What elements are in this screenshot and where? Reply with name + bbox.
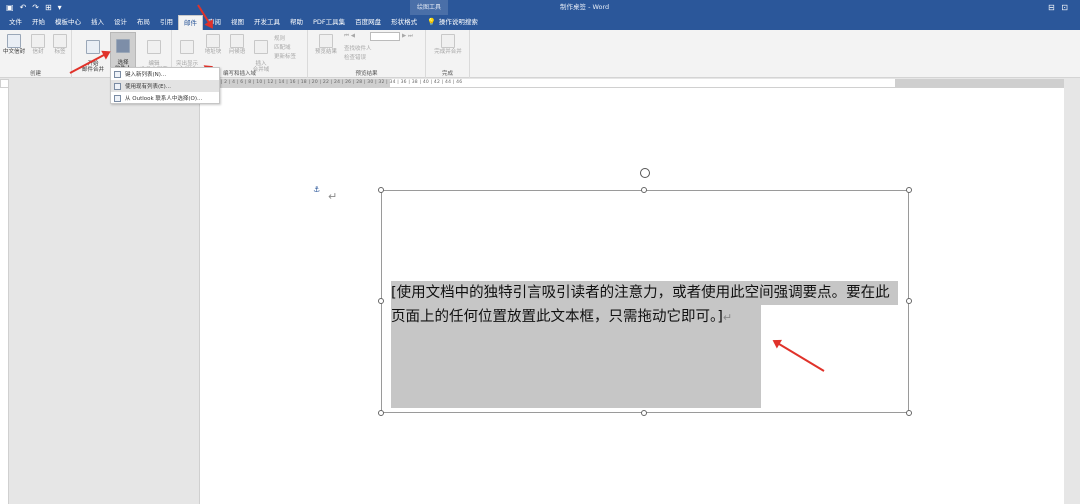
tab-shape-format[interactable]: 形状格式: [386, 15, 422, 30]
menu-item-use-existing-list[interactable]: 使用现有列表(E)...: [111, 80, 219, 92]
tab-templates[interactable]: 模板中心: [50, 15, 86, 30]
address-block-label: 地址块: [204, 49, 222, 55]
new-list-icon: [114, 70, 121, 78]
preview-results-button[interactable]: 预览结果: [312, 34, 340, 55]
outlook-contacts-icon: [114, 94, 121, 102]
address-block-button[interactable]: 地址块: [202, 34, 224, 55]
preview-icon: [319, 34, 333, 48]
horizontal-ruler[interactable]: 4 | 2 | 1 | 2 | 4 | 6 | 8 | 10 | 12 | 14…: [200, 79, 1064, 88]
label-icon: [53, 34, 67, 48]
anchor-icon: ⚓: [313, 185, 321, 194]
text-box-enter-mark: ↵: [722, 311, 733, 324]
resize-handle-right[interactable]: [906, 298, 912, 304]
print-preview-icon[interactable]: ⊞: [45, 2, 52, 13]
greeting-line-button[interactable]: 问候语: [226, 34, 248, 55]
tab-developer[interactable]: 开发工具: [249, 15, 285, 30]
menu-item-outlook-contacts[interactable]: 从 Outlook 联系人中选择(O)...: [111, 92, 219, 104]
tab-help[interactable]: 帮助: [285, 15, 308, 30]
tab-design[interactable]: 设计: [109, 15, 132, 30]
resize-handle-bottom-right[interactable]: [906, 410, 912, 416]
ruler-corner[interactable]: [0, 79, 9, 88]
save-icon[interactable]: ▣: [6, 2, 14, 13]
record-nav-next[interactable]: ▶ ⏭: [402, 33, 413, 40]
greeting-icon: [230, 34, 244, 48]
paragraph-mark: ↵: [328, 190, 338, 203]
ruler-margin-right: [895, 79, 1064, 87]
resize-handle-bottom-left[interactable]: [378, 410, 384, 416]
tab-insert[interactable]: 插入: [86, 15, 109, 30]
address-icon: [206, 34, 220, 48]
menu-item-label: 使用现有列表(E)...: [125, 84, 172, 90]
menu-item-label: 键入新列表(N)...: [125, 72, 167, 78]
rules-button[interactable]: 规则: [274, 34, 285, 42]
find-recipient-button[interactable]: 查找收件人: [344, 44, 372, 52]
insert-merge-field-button[interactable]: 插入 合并域: [250, 34, 272, 73]
redo-icon[interactable]: ↷: [32, 2, 39, 13]
envelope-icon: [31, 34, 45, 48]
resize-handle-left[interactable]: [378, 298, 384, 304]
update-labels-button[interactable]: 更新标签: [274, 52, 296, 60]
ruler-ticks: 4 | 2 | 1 | 2 | 4 | 6 | 8 | 10 | 12 | 14…: [200, 80, 463, 85]
preview-results-label: 预览结果: [314, 49, 337, 55]
finish-merge-button[interactable]: 完成并合并: [430, 34, 466, 55]
text-box-text: [使用文档中的独特引言吸引读者的注意力，或者使用此空间强调要点。要在此页面上的任…: [391, 285, 890, 325]
tab-home[interactable]: 开始: [27, 15, 50, 30]
document-merge-icon: [86, 40, 100, 54]
tab-references[interactable]: 引用: [155, 15, 178, 30]
group-preview-results: 预览结果 ⏮ ◀ ▶ ⏭ 查找收件人 检查错误 预览结果: [308, 30, 426, 78]
envelope-label: 信封: [32, 49, 44, 55]
insert-field-icon: [254, 40, 268, 54]
record-nav-arrows[interactable]: ⏮ ◀: [344, 33, 355, 40]
menu-item-type-new-list[interactable]: 键入新列表(N)...: [111, 68, 219, 80]
highlight-icon: [180, 40, 194, 54]
envelope-icon: [7, 34, 21, 48]
menu-item-label: 从 Outlook 联系人中选择(O)...: [125, 96, 203, 102]
tab-layout[interactable]: 布局: [132, 15, 155, 30]
resize-handle-top[interactable]: [641, 187, 647, 193]
labels-label: 标签: [54, 49, 66, 55]
quick-access-toolbar: ▣ ↶ ↷ ⊞ ▾: [6, 2, 62, 13]
match-fields-button[interactable]: 匹配域: [274, 43, 291, 51]
group-label-create: 创建: [29, 71, 41, 77]
finish-merge-icon: [441, 34, 455, 48]
chinese-envelope-button[interactable]: 中文信封: [3, 34, 25, 55]
rotate-handle-icon[interactable]: [640, 168, 650, 178]
edit-list-icon: [147, 40, 161, 54]
resize-handle-top-right[interactable]: [906, 187, 912, 193]
vertical-ruler[interactable]: [0, 88, 9, 504]
tab-baidu-pan[interactable]: 百度网盘: [350, 15, 386, 30]
group-finish: 完成并合并 完成: [426, 30, 470, 78]
tab-file[interactable]: 文件: [4, 15, 27, 30]
lightbulb-icon: 💡: [427, 18, 436, 26]
title-bar: ▣ ↶ ↷ ⊞ ▾ 绘图工具 制作桌签 - Word ⊟ ⊡: [0, 0, 1080, 15]
finish-merge-label: 完成并合并: [434, 49, 462, 55]
chinese-envelope-label: 中文信封: [3, 49, 26, 55]
recipients-icon: [116, 39, 130, 53]
window-controls[interactable]: ⊟ ⊡: [1030, 0, 1070, 15]
tell-me-search[interactable]: 💡 操作说明搜索: [422, 15, 483, 30]
greeting-line-label: 问候语: [228, 49, 246, 55]
existing-list-icon: [114, 82, 121, 90]
tab-pdf-tools[interactable]: PDF工具集: [308, 15, 350, 30]
labels-button[interactable]: 标签: [50, 34, 70, 55]
group-label-preview: 预览结果: [355, 71, 378, 77]
record-number-input[interactable]: [370, 32, 400, 41]
ribbon-tabs: 文件 开始 模板中心 插入 设计 布局 引用 邮件 审阅 视图 开发工具 帮助 …: [0, 15, 1080, 30]
customize-qat-icon[interactable]: ▾: [58, 2, 62, 13]
text-box-content[interactable]: [使用文档中的独特引言吸引读者的注意力，或者使用此空间强调要点。要在此页面上的任…: [391, 281, 899, 330]
group-label-finish: 完成: [441, 71, 453, 77]
check-errors-button[interactable]: 检查错误: [344, 53, 366, 61]
document-title: 制作桌签 - Word: [560, 3, 610, 11]
group-create: 中文信封 信封 标签 创建: [0, 30, 72, 78]
tab-view[interactable]: 视图: [226, 15, 249, 30]
tab-mailings[interactable]: 邮件: [178, 15, 203, 30]
undo-icon[interactable]: ↶: [20, 2, 27, 13]
resize-handle-top-left[interactable]: [378, 187, 384, 193]
select-recipients-menu: 键入新列表(N)... 使用现有列表(E)... 从 Outlook 联系人中选…: [110, 67, 220, 104]
resize-handle-bottom[interactable]: [641, 410, 647, 416]
context-tools-label: 绘图工具: [410, 0, 448, 15]
select-recipients-button[interactable]: 选择 收件人: [110, 32, 136, 72]
envelope-button[interactable]: 信封: [28, 34, 48, 55]
tell-me-label: 操作说明搜索: [438, 18, 478, 26]
